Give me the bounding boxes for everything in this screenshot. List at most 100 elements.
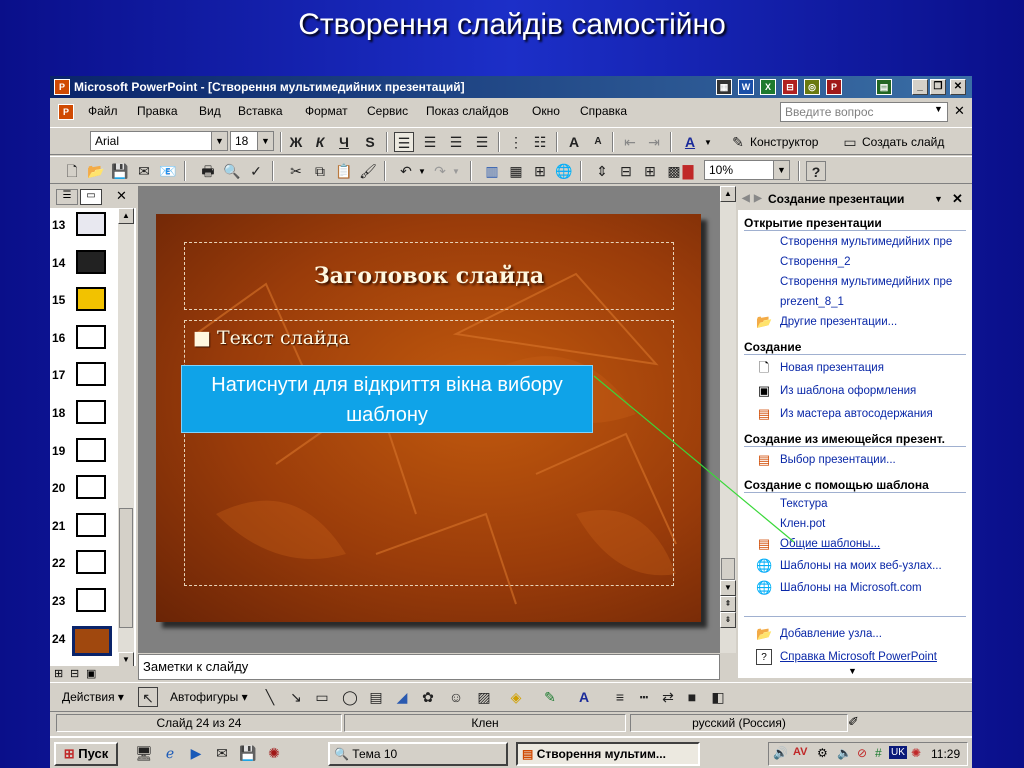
help-search-input[interactable]: Введите вопрос [780, 102, 948, 122]
print-icon[interactable]: 🖶 [198, 161, 218, 181]
autoshapes-menu[interactable]: Автофигуры ▾ [170, 690, 248, 704]
show-desktop-icon[interactable]: 🖥 [134, 743, 154, 763]
internet-explorer-icon[interactable]: ℯ [160, 743, 180, 763]
slide-thumbnail[interactable] [72, 625, 112, 656]
slide-thumbnail[interactable] [76, 550, 106, 575]
thumbnail-scrollbar[interactable]: ▲ ▼ [118, 208, 134, 668]
help-button[interactable]: ? [806, 161, 826, 181]
font-color-draw-icon[interactable]: A [574, 687, 594, 707]
slide-scroll-thumb[interactable] [721, 558, 735, 580]
menu-help[interactable]: Справка [580, 104, 627, 118]
open-icon[interactable]: 📂 [86, 161, 106, 181]
spelling-status-icon[interactable]: ✐ [848, 714, 859, 730]
wordart-icon[interactable]: ◢ [392, 687, 412, 707]
slide-thumbnail[interactable] [76, 287, 106, 312]
new-slide-icon[interactable]: ▭ [840, 132, 860, 152]
designer-button[interactable]: Конструктор [750, 135, 818, 149]
new-slide-button[interactable]: Создать слайд [862, 135, 944, 149]
normal-view-icon[interactable]: ⊞ [54, 667, 63, 680]
network-icon[interactable]: ⚙ [817, 746, 828, 760]
language-indicator[interactable]: UK [889, 746, 907, 759]
insert-table-icon[interactable]: ▦ [506, 161, 526, 181]
slide-thumbnail[interactable] [76, 212, 106, 236]
recent-file-4[interactable]: prezent_8_1 [780, 296, 970, 308]
speaker-icon[interactable]: 🔈 [837, 746, 852, 760]
close-button[interactable]: ✕ [950, 79, 966, 95]
taskbar-grid-icon[interactable]: ▦ [716, 79, 732, 95]
cut-icon[interactable]: ✂ [286, 161, 306, 181]
menu-file[interactable]: Файл [88, 104, 118, 118]
powerpoint-app-icon[interactable]: P [54, 79, 70, 95]
paste-icon[interactable]: 📋 [334, 161, 354, 181]
previous-slide-icon[interactable]: ⇞ [720, 596, 736, 612]
outline-tab[interactable]: ☰ [56, 189, 78, 205]
menu-edit[interactable]: Правка [137, 104, 178, 118]
picture-icon[interactable]: ▨ [474, 687, 494, 707]
oval-icon[interactable]: ◯ [340, 687, 360, 707]
email-icon[interactable]: 📧 [158, 161, 178, 181]
access-icon[interactable]: ⊟ [782, 79, 798, 95]
publisher-icon[interactable]: P [826, 79, 842, 95]
menu-view[interactable]: Вид [199, 104, 221, 118]
diagram-icon[interactable]: ✿ [418, 687, 438, 707]
slide-thumbnail[interactable] [76, 362, 106, 387]
restore-button[interactable]: ❐ [930, 79, 946, 95]
volume-icon[interactable]: 🔊 [773, 746, 788, 760]
align-left-icon[interactable]: ☰ [394, 132, 414, 152]
scroll-up-icon[interactable]: ▲ [118, 208, 134, 224]
font-color-dropdown-icon[interactable]: ▼ [704, 138, 712, 147]
decrease-font-icon[interactable]: A [588, 132, 608, 152]
shadow-style-icon[interactable]: ■ [682, 687, 702, 707]
word-icon[interactable]: W [738, 79, 754, 95]
minimize-button[interactable]: _ [912, 79, 928, 95]
task-pane-menu-icon[interactable]: ▼ [934, 188, 943, 210]
save-quick-icon[interactable]: 💾 [238, 743, 258, 763]
text-box-icon[interactable]: ▤ [366, 687, 386, 707]
arrow-style-icon[interactable]: ⇄ [658, 687, 678, 707]
size-dropdown-icon[interactable]: ▼ [257, 132, 273, 150]
show-grid-icon[interactable]: ⊞ [640, 161, 660, 181]
dash-style-icon[interactable]: ┅ [634, 687, 654, 707]
task-powerpoint[interactable]: ▤ Створення мультим... [516, 742, 700, 766]
italic-button[interactable]: К [310, 132, 330, 152]
fill-color-icon[interactable]: ◈ [506, 687, 526, 707]
color-icon[interactable]: ▇ [678, 161, 698, 181]
zoom-combo[interactable]: 10% ▼ [704, 160, 790, 180]
line-color-icon[interactable]: ✎ [540, 687, 560, 707]
bold-button[interactable]: Ж [286, 132, 306, 152]
shadow-button[interactable]: S [360, 132, 380, 152]
spelling-icon[interactable]: ✓ [246, 161, 266, 181]
align-center-icon[interactable]: ☰ [420, 132, 440, 152]
tray-app-icon[interactable]: ✺ [911, 746, 921, 760]
scroll-thumb[interactable] [119, 508, 133, 628]
app-quick-icon[interactable]: ✺ [264, 743, 284, 763]
size-combo[interactable]: 18 ▼ [230, 131, 274, 151]
increase-indent-icon[interactable]: ⇥ [644, 132, 664, 152]
slide-thumbnail[interactable] [76, 324, 106, 349]
arrow-icon[interactable]: ↘ [286, 687, 306, 707]
menu-insert[interactable]: Вставка [238, 104, 283, 118]
font-combo[interactable]: Arial ▼ [90, 131, 228, 151]
slide-thumbnail[interactable] [76, 437, 106, 462]
start-button[interactable]: ⊞ Пуск [54, 742, 118, 766]
justify-icon[interactable]: ☰ [472, 132, 492, 152]
increase-font-icon[interactable]: A [564, 132, 584, 152]
slide-thumbnail[interactable] [76, 400, 106, 424]
designer-icon[interactable]: ✎ [728, 132, 748, 152]
antivirus-icon[interactable]: AV [793, 746, 807, 758]
task-pane-scroll-down-icon[interactable]: ▼ [848, 666, 857, 676]
hash-icon[interactable]: # [875, 746, 882, 760]
decrease-indent-icon[interactable]: ⇤ [620, 132, 640, 152]
align-right-icon[interactable]: ☰ [446, 132, 466, 152]
slide-thumbnail[interactable] [76, 249, 106, 274]
zoom-dropdown-icon[interactable]: ▼ [773, 161, 789, 179]
undo-icon[interactable]: ↶ [396, 161, 416, 181]
menu-window[interactable]: Окно [532, 104, 560, 118]
document-icon[interactable]: P [58, 104, 74, 120]
font-dropdown-icon[interactable]: ▼ [211, 132, 227, 150]
copy-icon[interactable]: ⧉ [310, 161, 330, 181]
add-node-link[interactable]: Добавление узла... [780, 628, 970, 640]
menu-format[interactable]: Формат [305, 104, 348, 118]
redo-icon[interactable]: ↷ [430, 161, 450, 181]
recent-file-2[interactable]: Створення_2 [780, 256, 970, 268]
